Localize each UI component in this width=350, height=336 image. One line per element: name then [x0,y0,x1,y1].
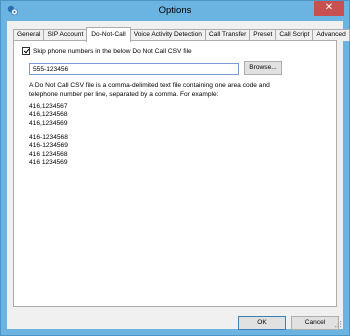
skip-dnc-label[interactable]: Skip phone numbers in the below Do Not C… [33,48,192,55]
tab-do-not-call[interactable]: Do-Not-Call [86,27,131,42]
example-line: 416-1234568 [29,134,68,141]
description-line-2: telephone number per line, separated by … [29,90,219,98]
browse-button[interactable]: Browse... [244,61,282,75]
example-line: 416,1234568 [29,111,68,119]
skip-dnc-checkbox[interactable] [22,47,30,55]
cancel-button[interactable]: Cancel [291,316,339,330]
example-line: 416 1234569 [29,158,68,166]
title-bar[interactable]: Options ✕ [1,1,349,21]
tab-strip: General SIP Account Do-Not-Call Voice Ac… [13,27,350,42]
close-button[interactable]: ✕ [314,1,344,16]
dnc-description: A Do Not Call CSV file is a comma-delimi… [29,82,329,99]
resize-grip-icon[interactable] [334,320,342,328]
description-line-1: A Do Not Call CSV file is a comma-delimi… [29,82,270,89]
options-window: Options ✕ General SIP Account Do-Not-Cal… [0,0,350,336]
client-area: General SIP Account Do-Not-Call Voice Ac… [7,21,350,330]
ok-button[interactable]: OK [238,316,286,330]
example-line: 416,1234567 [29,103,68,110]
dnc-file-input[interactable] [29,63,239,75]
skip-dnc-row[interactable]: Skip phone numbers in the below Do Not C… [22,47,192,55]
example-list-2: 416-1234568 416-1234569 416 1234568 416 … [29,134,68,167]
do-not-call-panel: Skip phone numbers in the below Do Not C… [13,40,337,307]
example-line: 416,1234569 [29,119,68,127]
example-line: 416 1234568 [29,150,68,158]
example-list-1: 416,1234567 416,1234568 416,1234569 [29,103,68,128]
example-line: 416-1234569 [29,142,68,150]
window-title: Options [158,5,192,16]
